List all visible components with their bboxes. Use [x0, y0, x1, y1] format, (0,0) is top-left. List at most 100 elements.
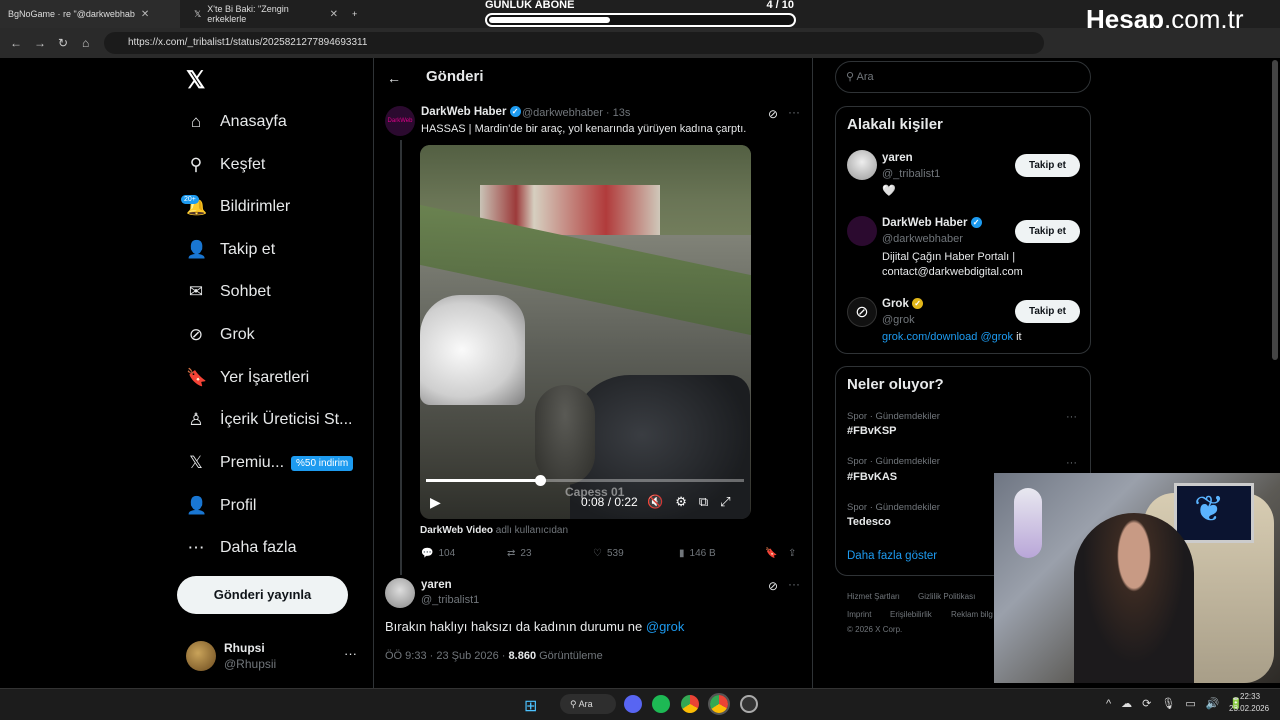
like-stat[interactable]: ♡ 539 [593, 548, 624, 559]
taskbar-search[interactable]: ⚲ Ara [560, 694, 616, 714]
sidebar-item-bookmark[interactable]: 🔖 Yer İşaretleri [186, 361, 309, 395]
subscriber-goal-overlay: GÜNLÜK ABONE 4 / 10 [485, 0, 796, 28]
footer-link[interactable]: Erişilebilirlik [890, 610, 932, 619]
trend-name[interactable]: #FBvKSP [847, 425, 897, 437]
person-avatar[interactable] [847, 150, 877, 180]
verified-gold-icon: ✓ [912, 298, 924, 310]
trend-name[interactable]: Tedesco [847, 516, 891, 528]
windows-start-icon[interactable]: ⊞ [524, 696, 537, 716]
discord-icon[interactable] [624, 695, 642, 713]
video-source-user[interactable]: DarkWeb Video [420, 525, 493, 536]
trends-title: Neler oluyor? [847, 376, 944, 393]
person-name[interactable]: yaren [882, 152, 913, 164]
scrollbar[interactable] [1272, 60, 1278, 360]
mention-link[interactable]: @grok [646, 619, 685, 634]
url-field[interactable]: https://x.com/_tribalist1/status/2025821… [104, 32, 1044, 54]
reload-icon[interactable]: ↻ [58, 36, 68, 50]
person-avatar[interactable] [847, 216, 877, 246]
clock-date: 23.02.2026 [1229, 704, 1270, 713]
chrome-active-icon[interactable] [708, 693, 730, 715]
new-tab-button[interactable]: + [344, 0, 365, 28]
mute-icon[interactable]: 🔇 [647, 494, 663, 510]
webcam-overlay: ❦ [994, 473, 1280, 683]
post-avatar[interactable]: DarkWeb [385, 106, 415, 136]
like-count: 539 [606, 548, 624, 559]
sidebar-item-profile[interactable]: 👤 Profil [186, 489, 256, 523]
follow-button[interactable]: Takip et [1015, 220, 1080, 243]
search-icon: ⚲ [189, 155, 203, 174]
follow-button[interactable]: Takip et [1015, 300, 1080, 323]
x-logo-icon[interactable]: 𝕏 [186, 66, 205, 95]
post-author-name[interactable]: DarkWeb Haber ✓ [421, 106, 521, 118]
video-scrubber-handle[interactable] [535, 475, 546, 486]
forward-icon[interactable]: → [34, 36, 46, 50]
account-more-icon[interactable]: ··· [344, 646, 357, 661]
views-stat[interactable]: ▮ 146 B [679, 548, 716, 559]
views-count: 146 B [689, 548, 716, 559]
video-player[interactable]: Capess 01 ▶ 0:08 / 0:22 🔇 ⚙ ⧉ ⤢ [420, 145, 751, 519]
microphone-icon [1014, 488, 1042, 558]
back-icon[interactable]: ← [10, 36, 22, 50]
bio-link[interactable]: grok.com/download @grok [882, 331, 1013, 343]
grok-avatar-icon[interactable]: ⊘ [847, 297, 877, 327]
reply-avatar[interactable] [385, 578, 415, 608]
search-input[interactable]: ⚲ Ara [835, 61, 1091, 93]
play-icon[interactable]: ▶ [430, 494, 441, 511]
obs-icon[interactable] [740, 695, 758, 713]
fullscreen-icon[interactable]: ⤢ [720, 494, 730, 510]
home-browser-icon[interactable]: ⌂ [82, 36, 89, 50]
bookmark-button[interactable]: 🔖 [765, 548, 777, 559]
browser-tab-active[interactable]: BgNoGame · re "@darkwebhab ✕ [0, 0, 180, 28]
close-tab-icon[interactable]: ✕ [141, 9, 149, 20]
repost-icon: ⇄ [507, 548, 516, 559]
sidebar-item-add-user[interactable]: 👤 Takip et [186, 233, 275, 267]
sidebar-item-mail[interactable]: ✉ Sohbet [186, 275, 271, 309]
trend-more-icon[interactable]: ··· [1066, 457, 1077, 469]
sidebar-item-bell[interactable]: 🔔 Bildirimler [186, 190, 290, 224]
mail-icon: ✉ [188, 282, 204, 301]
footer-link[interactable]: Reklam bilg [951, 610, 993, 619]
trend-more-icon[interactable]: ··· [1066, 411, 1077, 423]
show-more-link[interactable]: Daha fazla göster [847, 550, 937, 562]
taskbar-search-label: Ara [578, 699, 593, 709]
x-logo-icon: 𝕏 [189, 453, 203, 472]
repost-stat[interactable]: ⇄ 23 [507, 548, 532, 559]
video-source: DarkWeb Video adlı kullanıcıdan [420, 525, 568, 536]
sidebar-item-label: İçerik Üreticisi St... [220, 411, 353, 428]
more-icon[interactable]: ··· [788, 577, 800, 591]
search-placeholder: Ara [856, 71, 874, 83]
person-handle: @darkwebhaber [882, 233, 963, 245]
sidebar-item-label: Grok [220, 326, 255, 343]
sidebar-item-more-circle[interactable]: ⋯ Daha fazla [186, 531, 297, 565]
settings-icon[interactable]: ⚙ [675, 494, 687, 510]
back-arrow-icon[interactable]: ← [387, 70, 401, 86]
share-button[interactable]: ⇪ [788, 548, 796, 559]
follow-button[interactable]: Takip et [1015, 154, 1080, 177]
footer-link[interactable]: Imprint [847, 610, 871, 619]
sidebar-item-creator[interactable]: ♙ İçerik Üreticisi St... [186, 403, 352, 437]
footer-link[interactable]: Gizlilik Politikası [918, 592, 975, 601]
grok-icon[interactable]: ⊘ [768, 579, 778, 593]
post-button[interactable]: Gönderi yayınla [177, 576, 348, 614]
sidebar-item-x-logo[interactable]: 𝕏 Premiu... [186, 446, 284, 480]
sidebar-item-home[interactable]: ⌂ Anasayfa [186, 105, 287, 139]
sidebar-item-grok[interactable]: ⊘ Grok [186, 318, 255, 352]
browser-tab[interactable]: 𝕏 X'te Bi Baki: "Zengin erkeklerle ✕ [186, 0, 346, 28]
reply-stat[interactable]: 💬 104 [421, 548, 455, 559]
bio-tail: it [1013, 331, 1022, 343]
close-tab-icon[interactable]: ✕ [330, 9, 338, 20]
more-icon[interactable]: ··· [788, 105, 800, 119]
sidebar-item-search[interactable]: ⚲ Keşfet [186, 148, 266, 182]
reply-author-name[interactable]: yaren [421, 579, 452, 591]
bookmark-icon: 🔖 [765, 548, 778, 559]
account-avatar[interactable] [186, 641, 216, 671]
person-name[interactable]: Grok ✓ [882, 298, 924, 310]
footer-link[interactable]: Hizmet Şartları [847, 592, 900, 601]
pip-icon[interactable]: ⧉ [699, 494, 708, 510]
grok-icon[interactable]: ⊘ [768, 107, 778, 121]
chrome-icon[interactable] [681, 695, 699, 713]
person-name[interactable]: DarkWeb Haber ✓ [882, 217, 982, 229]
video-source-suffix: adlı kullanıcıdan [493, 525, 569, 536]
trend-name[interactable]: #FBvKAS [847, 471, 897, 483]
spotify-icon[interactable] [652, 695, 670, 713]
